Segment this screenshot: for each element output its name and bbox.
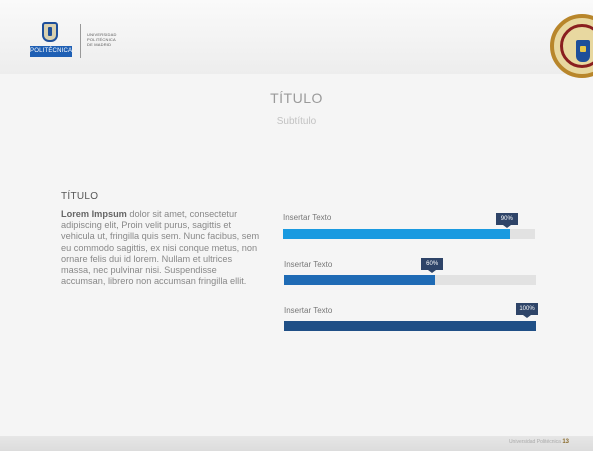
footer-label: Universidad Politécnica <box>508 439 561 445</box>
bar-tag: 60% <box>421 258 444 273</box>
bar-fill <box>284 275 436 285</box>
bar-label: Insertar Texto <box>283 213 332 222</box>
bar-row: Insertar Texto 100% <box>284 303 538 333</box>
bar-tag: 90% <box>495 213 518 228</box>
university-line: DE MADRID <box>87 42 112 47</box>
logo-divider <box>80 24 81 58</box>
body-lead: Lorem Impsum <box>61 209 127 219</box>
slide-subtitle: Subtítulo <box>276 116 317 127</box>
footer-text: Universidad Politécnica 13 <box>509 439 569 445</box>
body-text: dolor sit amet, consectetur adipiscing e… <box>61 209 260 287</box>
bar-row: Insertar Texto 60% <box>284 258 536 288</box>
bar-fill <box>283 229 510 239</box>
slide: POLITÉCNICA UNIVERSIDAD POLITÉCNICA DE M… <box>0 0 593 451</box>
seal-icon <box>550 14 593 78</box>
header: POLITÉCNICA UNIVERSIDAD POLITÉCNICA DE M… <box>0 0 593 78</box>
bar-tag: 100% <box>516 303 538 318</box>
body-paragraph: Lorem Impsum dolor sit amet, consectetur… <box>61 209 261 287</box>
seal-shield <box>576 40 590 62</box>
page-number: 13 <box>562 439 569 445</box>
bar-label: Insertar Texto <box>284 306 333 315</box>
footer: Universidad Politécnica 13 <box>0 436 593 451</box>
section-heading: TÍTULO <box>61 191 99 202</box>
bar-label: Insertar Texto <box>284 260 333 269</box>
upm-logo: POLITÉCNICA <box>30 22 72 58</box>
logo-label: POLITÉCNICA <box>30 46 72 57</box>
bar-row: Insertar Texto 90% <box>283 213 535 241</box>
bar-track <box>283 229 535 239</box>
crest-icon <box>42 22 58 42</box>
university-name: UNIVERSIDAD POLITÉCNICA DE MADRID <box>87 32 147 47</box>
bar-track <box>284 275 536 285</box>
slide-title: TÍTULO <box>270 90 323 106</box>
bar-track <box>284 321 536 331</box>
bar-fill <box>284 321 536 331</box>
